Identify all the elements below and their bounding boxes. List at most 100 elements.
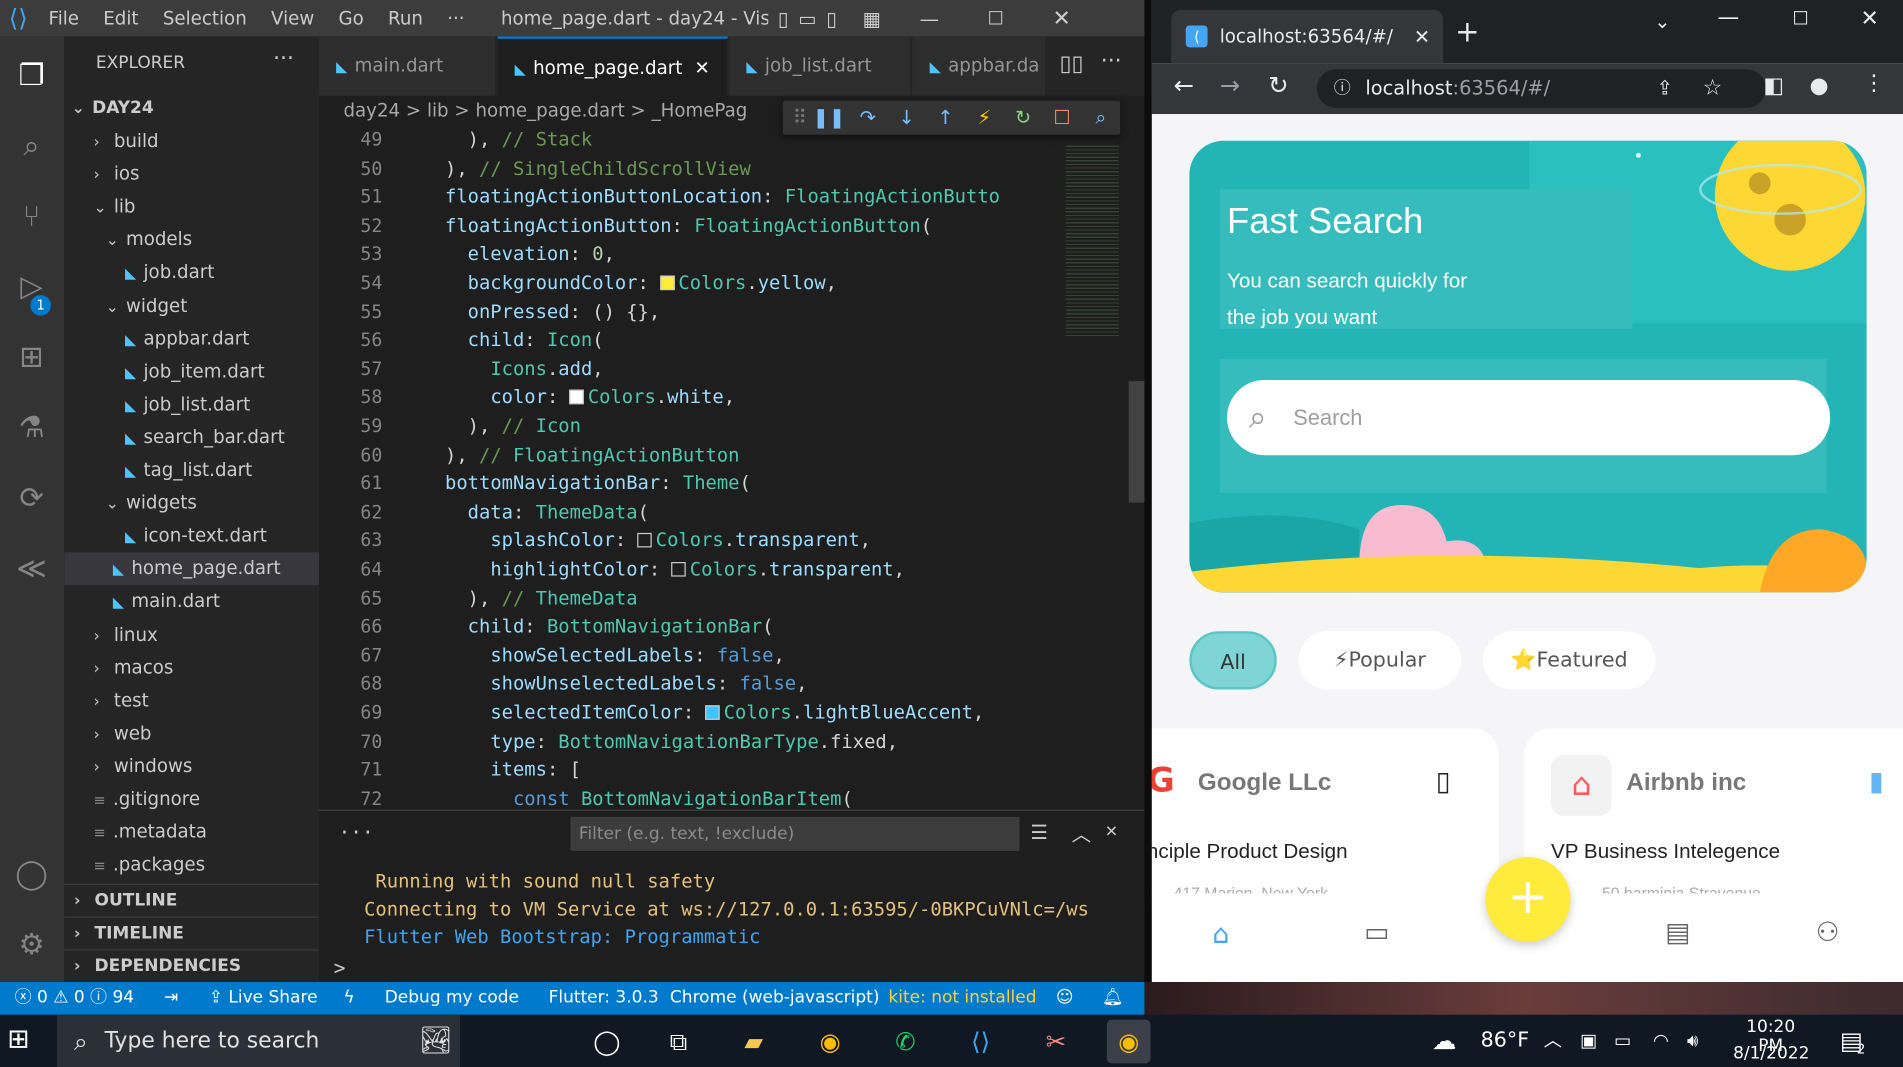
meet-now-icon[interactable]: ▣	[1580, 1015, 1597, 1067]
remote-icon[interactable]: ⟳	[10, 476, 54, 520]
tree-item[interactable]: ◣ tag_list.dart	[64, 454, 319, 487]
devtools-icon[interactable]: ⌕	[1084, 101, 1118, 135]
chrome-tab[interactable]: ⟨ localhost:63564/#/ ✕	[1171, 9, 1444, 64]
section-outline[interactable]: › OUTLINE	[64, 883, 320, 917]
tree-item[interactable]: ⌄ lib	[64, 191, 319, 224]
code-line[interactable]: child: BottomNavigationBar(	[422, 616, 774, 638]
battery-icon[interactable]: ▭	[1614, 1015, 1631, 1067]
snipping-tool-icon[interactable]: ✂	[1034, 1020, 1078, 1064]
temperature[interactable]: 86°F	[1481, 1015, 1529, 1067]
code-line[interactable]: ), // ThemeData	[422, 587, 638, 609]
tree-item[interactable]: ≡ .packages	[64, 849, 319, 882]
section-timeline[interactable]: › TIMELINE	[64, 916, 320, 949]
close-tab-icon[interactable]: ✕	[695, 57, 710, 79]
clock-date[interactable]: 8/1/2022	[1733, 1044, 1809, 1063]
hot-reload-icon[interactable]: ⚡	[967, 101, 1001, 135]
menu-selection[interactable]: Selection	[151, 0, 259, 36]
tree-root[interactable]: ⌄ DAY24	[64, 92, 319, 125]
briefcase-icon[interactable]: ▭	[1364, 918, 1389, 948]
device-status[interactable]: Chrome (web-javascript)	[670, 982, 880, 1015]
code-line[interactable]: backgroundColor: Colors.yellow,	[422, 272, 837, 294]
step-into-icon[interactable]: ↓	[890, 101, 924, 135]
editor-scrollbar[interactable]	[1128, 126, 1145, 810]
flutter-icon[interactable]: ≪	[10, 546, 54, 590]
chrome-menu-icon[interactable]: ⋮	[1863, 70, 1885, 95]
bookmark-icon[interactable]: ▯	[1436, 767, 1451, 797]
close-panel-icon[interactable]: ✕	[1106, 818, 1118, 841]
menu-run[interactable]: Run	[376, 0, 435, 36]
share-icon[interactable]: ⇪	[1657, 69, 1673, 108]
menu-view[interactable]: View	[259, 0, 326, 36]
step-over-icon[interactable]: ↷	[851, 101, 885, 135]
tree-item[interactable]: ◣ icon-text.dart	[64, 520, 319, 553]
code-line[interactable]: Icons.add,	[422, 358, 603, 380]
tree-item[interactable]: ◣ job_list.dart	[64, 388, 319, 421]
tree-item[interactable]: ◣ search_bar.dart	[64, 421, 319, 454]
profile-icon[interactable]: ●	[1810, 73, 1829, 98]
code-line[interactable]: highlightColor: Colors.transparent,	[422, 558, 905, 580]
tree-item[interactable]: › test	[64, 684, 319, 717]
tree-item[interactable]: ◣ main.dart	[64, 586, 319, 619]
extensions-icon[interactable]: ⊞	[10, 335, 54, 379]
stop-icon[interactable]: ☐	[1045, 101, 1079, 135]
tree-item[interactable]: ◣ job.dart	[64, 257, 319, 290]
tab-search-icon[interactable]: ⌄	[1654, 10, 1670, 33]
tab-main-dart[interactable]: ◣ main.dart	[319, 36, 497, 96]
menu-edit[interactable]: Edit	[91, 0, 151, 36]
tree-item[interactable]: ≡ .metadata	[64, 816, 319, 849]
weather-cloud-icon[interactable]: ☁	[1432, 1015, 1456, 1067]
menu-more[interactable]: ···	[435, 0, 477, 36]
code-line[interactable]: data: ThemeData(	[422, 501, 649, 523]
lightning-icon[interactable]: ϟ	[343, 982, 354, 1015]
section-dependencies[interactable]: › DEPENDENCIES	[64, 949, 320, 982]
clear-console-icon[interactable]: ☰	[1030, 821, 1047, 844]
side-panel-icon[interactable]: ◧	[1763, 73, 1784, 98]
job-card-airbnb[interactable]: ⌂ Airbnb inc ▮ VP Business Intelegence 5…	[1524, 728, 1903, 911]
more-actions-icon[interactable]: ···	[273, 46, 294, 71]
tab-appbar-dart[interactable]: ◣ appbar.da	[912, 36, 1047, 96]
kite-status[interactable]: kite: not installed	[888, 982, 1036, 1015]
tree-item[interactable]: ◣ appbar.dart	[64, 322, 319, 355]
code-line[interactable]: selectedItemColor: Colors.lightBlueAccen…	[422, 702, 984, 724]
code-line[interactable]: bottomNavigationBar: Theme(	[422, 472, 751, 494]
show-hidden-icons-icon[interactable]: ︿	[1544, 1015, 1562, 1067]
menu-go[interactable]: Go	[326, 0, 376, 36]
code-line[interactable]: floatingActionButtonLocation: FloatingAc…	[422, 186, 1000, 208]
tree-item[interactable]: › macos	[64, 651, 319, 684]
code-line[interactable]: showSelectedLabels: false,	[422, 644, 785, 666]
search-bar[interactable]: ⌕ Search	[1227, 379, 1831, 456]
debug-run-icon[interactable]: ⇥	[164, 982, 178, 1015]
bookmark-filled-icon[interactable]: ▮	[1869, 767, 1884, 797]
chrome-active-icon[interactable]: ◉	[1106, 1019, 1151, 1064]
tree-item[interactable]: › windows	[64, 750, 319, 783]
vscode-icon[interactable]: ⟨⟩	[959, 1020, 1003, 1064]
step-out-icon[interactable]: ↑	[928, 101, 962, 135]
console-prompt[interactable]: >	[334, 957, 346, 980]
testing-icon[interactable]: ⚗	[10, 405, 54, 449]
file-explorer-icon[interactable]: ▰	[732, 1020, 776, 1064]
code-line[interactable]: ), // Stack	[422, 129, 593, 151]
code-line[interactable]: ), // Icon	[422, 415, 581, 437]
whatsapp-icon[interactable]: ✆	[884, 1020, 928, 1064]
code-line[interactable]: const BottomNavigationBarItem(	[422, 788, 853, 810]
minimize-icon[interactable]: —	[1717, 5, 1739, 30]
feedback-icon[interactable]: ☺	[1056, 982, 1074, 1015]
code-line[interactable]: type: BottomNavigationBarType.fixed,	[422, 730, 898, 752]
close-icon[interactable]: ✕	[1052, 5, 1070, 30]
live-share-button[interactable]: ⇪ Live Share	[209, 982, 318, 1015]
minimize-icon[interactable]: —	[920, 7, 939, 30]
chat-icon[interactable]: ▤	[1665, 918, 1690, 948]
close-tab-icon[interactable]: ✕	[1414, 25, 1430, 48]
settings-gear-icon[interactable]: ⚙	[10, 923, 54, 967]
close-window-icon[interactable]: ✕	[1861, 6, 1879, 31]
tree-item[interactable]: › linux	[64, 618, 319, 651]
account-icon[interactable]: ◯	[10, 852, 54, 896]
address-bar[interactable]: ⓘ localhost:63564/#/ ⇪ ☆	[1316, 69, 1766, 109]
reload-icon[interactable]: ↻	[1268, 70, 1288, 99]
explorer-icon[interactable]: ❐	[10, 53, 54, 97]
code-line[interactable]: ), // SingleChildScrollView	[422, 157, 751, 179]
chrome-icon[interactable]: ◉	[808, 1020, 852, 1064]
maximize-icon[interactable]: ☐	[988, 7, 1004, 29]
restart-icon[interactable]: ↻	[1006, 101, 1040, 135]
chip-popular[interactable]: ⚡Popular	[1298, 631, 1462, 690]
